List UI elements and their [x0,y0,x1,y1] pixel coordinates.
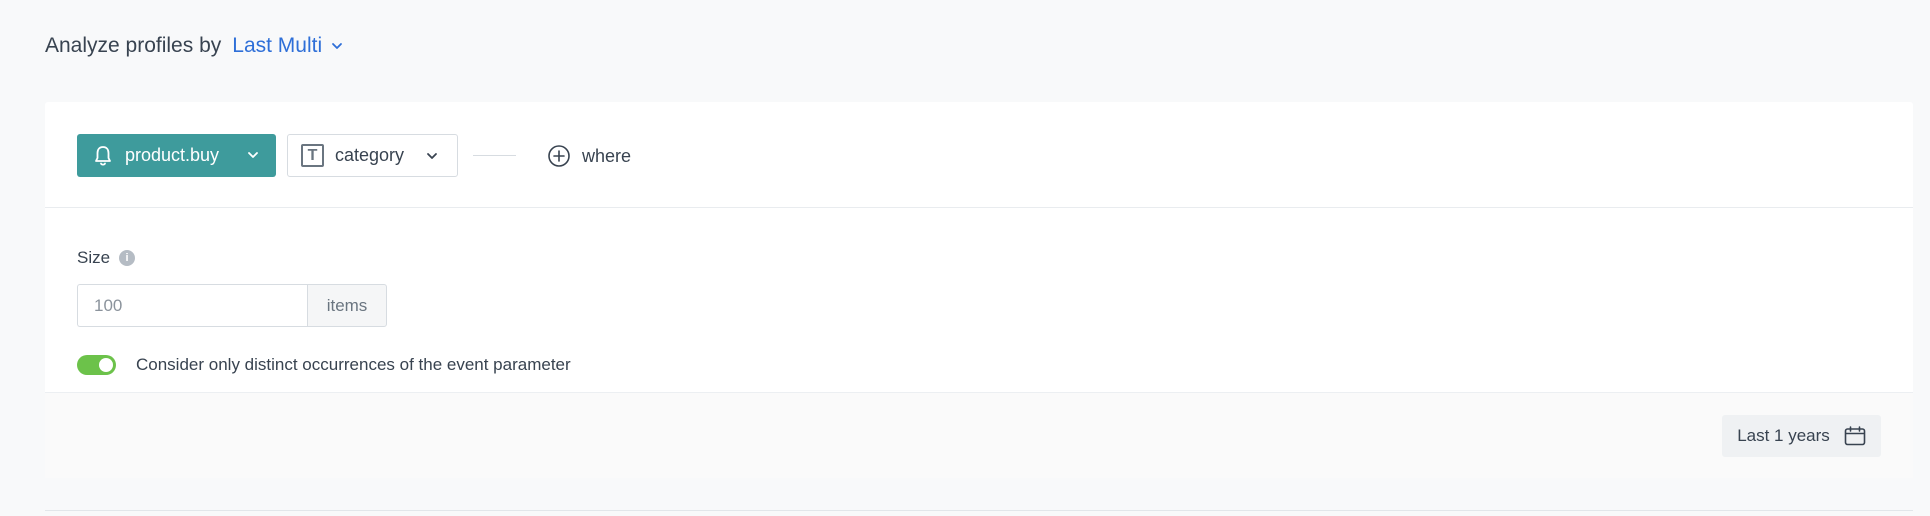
plus-circle-icon [548,145,570,167]
distinct-occurrences-toggle[interactable] [77,355,116,375]
parameter-name: category [335,145,405,165]
event-row: product.buy T category where [45,102,1913,208]
distinct-occurrences-label: Consider only distinct occurrences of th… [136,355,571,374]
connector-line [473,155,516,156]
chevron-down-icon [248,152,258,158]
parameter-selector-button[interactable]: T category [287,134,458,177]
analysis-card: product.buy T category where Size i 100 … [45,102,1913,478]
toggle-knob [99,358,113,372]
text-type-icon: T [301,144,324,167]
add-where-button[interactable]: where [547,143,631,169]
info-icon[interactable]: i [119,250,136,266]
calendar-icon [1844,426,1866,446]
where-label: where [582,145,632,166]
date-range-button[interactable]: Last 1 years [1722,415,1881,457]
page: Analyze profiles by Last Multi product.b… [0,0,1930,516]
card-footer: Last 1 years [45,392,1913,478]
size-unit-suffix: items [307,284,387,327]
event-selector-button[interactable]: product.buy [77,134,276,177]
chevron-down-icon [332,43,343,49]
chevron-down-icon [427,153,437,159]
date-range-label: Last 1 years [1737,426,1830,445]
size-label: Size [77,248,111,267]
analyze-header: Analyze profiles by Last Multi [45,30,344,62]
size-label-row: Size i [77,248,136,268]
analyze-by-selector[interactable]: Last Multi [232,34,344,58]
analyze-label: Analyze profiles by [45,34,222,57]
event-name: product.buy [125,145,220,165]
analyze-by-value: Last Multi [232,34,323,57]
size-input[interactable] [77,284,307,327]
divider [45,510,1913,511]
bell-icon [95,145,111,166]
